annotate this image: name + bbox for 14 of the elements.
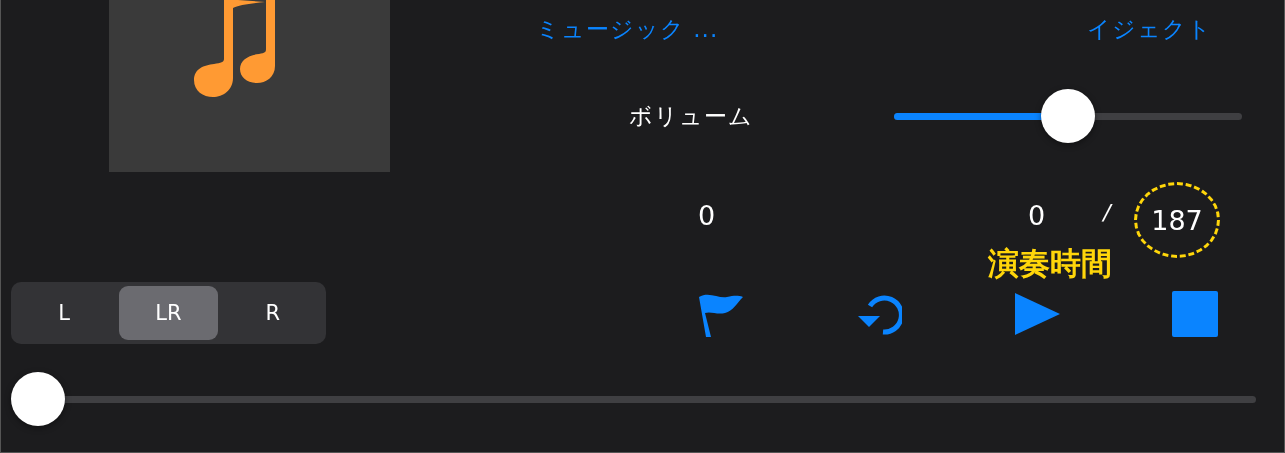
slider-thumb[interactable]: [11, 372, 65, 426]
play-icon[interactable]: [1013, 291, 1061, 337]
header-link[interactable]: イジェクト: [1087, 14, 1212, 40]
elapsed-time: 0: [1028, 200, 1046, 231]
channel-segment[interactable]: R: [223, 286, 322, 340]
channel-segment[interactable]: L: [15, 286, 114, 340]
volume-label: ボリューム: [629, 101, 754, 131]
duration-time: 187: [1151, 204, 1203, 236]
header-link[interactable]: ミュージック ...: [536, 14, 719, 40]
slider-thumb[interactable]: [1041, 89, 1095, 143]
separator: /: [1103, 200, 1111, 227]
annotation-label: 演奏時間: [988, 244, 1112, 283]
position-counter: 0: [698, 200, 716, 231]
channel-segment[interactable]: LR: [119, 286, 218, 340]
